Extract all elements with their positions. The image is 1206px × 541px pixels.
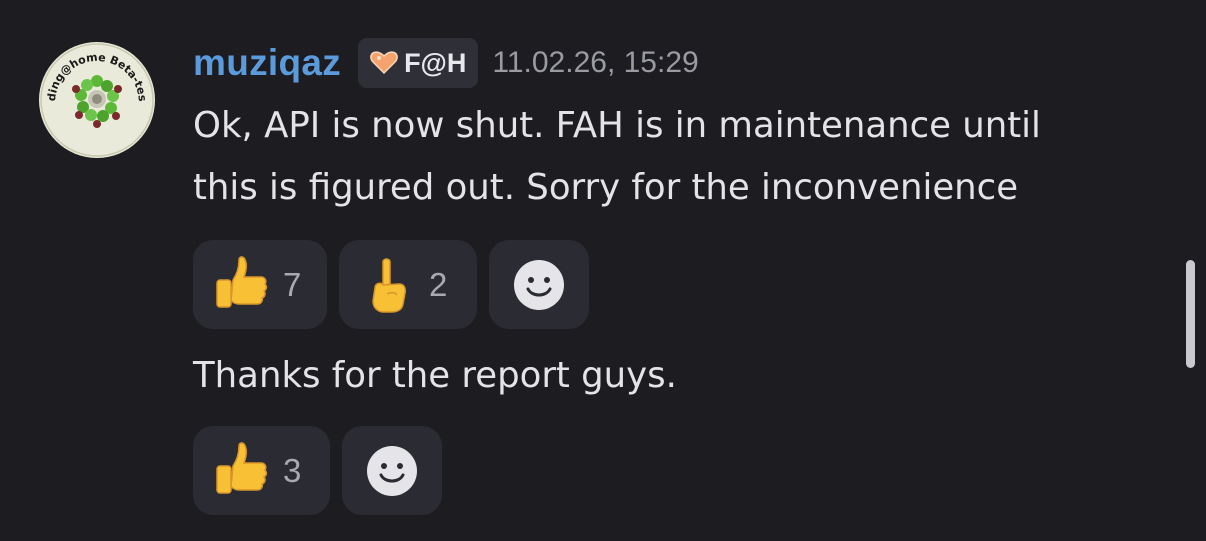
avatar[interactable]: Folding@home Beta-tester bbox=[34, 31, 156, 159]
add-reaction-icon bbox=[367, 445, 417, 496]
message-header: muziqaz F@H 11.02.26, 15:29 bbox=[193, 36, 699, 90]
folding-at-home-badge: Folding@home Beta-tester bbox=[34, 31, 155, 158]
reaction-pointing-up[interactable]: 2 bbox=[339, 240, 477, 329]
add-reaction-icon bbox=[514, 259, 564, 310]
reaction-count: 2 bbox=[429, 265, 448, 303]
timestamp: 11.02.26, 15:29 bbox=[492, 46, 699, 79]
tag-label: F@H bbox=[404, 47, 467, 78]
thumbs-up-icon bbox=[216, 255, 268, 308]
scrollbar[interactable] bbox=[1186, 260, 1195, 368]
thumbs-up-icon bbox=[216, 441, 268, 494]
message-text: Thanks for the report guys. bbox=[193, 355, 677, 396]
add-reaction-button[interactable] bbox=[489, 240, 589, 329]
message-text: Ok, API is now shut. FAH is in maintenan… bbox=[193, 95, 1041, 219]
heart-icon bbox=[370, 51, 398, 75]
reaction-count: 7 bbox=[283, 265, 302, 303]
reaction-bar: 7 2 bbox=[193, 240, 589, 329]
add-reaction-button[interactable] bbox=[342, 426, 442, 515]
reaction-thumbs-up[interactable]: 3 bbox=[193, 426, 330, 515]
message-line: Ok, API is now shut. FAH is in maintenan… bbox=[193, 105, 1041, 146]
reaction-thumbs-up[interactable]: 7 bbox=[193, 240, 327, 329]
reaction-bar: 3 bbox=[193, 426, 442, 515]
reaction-count: 3 bbox=[283, 451, 302, 489]
index-pointing-up-icon bbox=[372, 257, 406, 313]
message-line: this is figured out. Sorry for the incon… bbox=[193, 167, 1019, 208]
username[interactable]: muziqaz bbox=[193, 42, 341, 84]
server-tag[interactable]: F@H bbox=[358, 38, 479, 88]
